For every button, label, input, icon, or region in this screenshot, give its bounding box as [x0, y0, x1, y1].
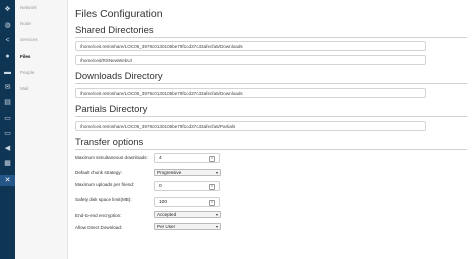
- users-icon[interactable]: ●: [0, 51, 15, 62]
- max-downloads-input[interactable]: 4 ⇕: [154, 153, 220, 163]
- divider: [75, 83, 467, 84]
- menu-item-files[interactable]: Files: [20, 54, 30, 59]
- transfer-options-heading: Transfer options: [75, 137, 144, 148]
- share-icon[interactable]: <: [0, 35, 15, 46]
- divider: [75, 149, 467, 150]
- icon-sidebar: ❖ ◍ < ● ▬ ✉ ▤ ▭ ▭ ◀ ▦ ⚙ ✕: [0, 0, 15, 259]
- menu-item-network[interactable]: Network: [20, 5, 37, 10]
- encryption-value: Accepted: [157, 212, 177, 217]
- chevron-down-icon: ▾: [215, 224, 218, 229]
- partials-directory-heading: Partials Directory: [75, 104, 148, 115]
- stepper-icon[interactable]: ⇕: [209, 200, 215, 206]
- stepper-icon[interactable]: ⇕: [209, 156, 215, 162]
- max-uploads-input[interactable]: 0 ⇕: [154, 181, 220, 191]
- disk-limit-value: 100: [159, 200, 168, 205]
- direct-download-select[interactable]: Per User ▾: [154, 223, 221, 230]
- direct-download-label: Allow Direct Download:: [75, 225, 123, 230]
- encryption-label: End-to-end encryption:: [75, 213, 122, 218]
- settings-menu: Network Node Services Files People Mail: [15, 0, 68, 259]
- app-logo-icon[interactable]: ❖: [0, 4, 15, 15]
- chevron-down-icon: ▾: [215, 170, 218, 175]
- monitor-icon[interactable]: ▭: [0, 128, 15, 139]
- disk-limit-input[interactable]: 100 ⇕: [154, 197, 220, 207]
- channels-icon[interactable]: ▭: [0, 113, 15, 124]
- encryption-select[interactable]: Accepted ▾: [154, 211, 221, 218]
- tasks-icon[interactable]: ▦: [0, 158, 15, 169]
- megaphone-icon[interactable]: ◀: [0, 143, 15, 154]
- menu-item-node[interactable]: Node: [20, 21, 31, 26]
- divider: [75, 37, 467, 38]
- forum-icon[interactable]: ▤: [0, 97, 15, 108]
- direct-download-value: Per User: [157, 224, 176, 229]
- menu-item-services[interactable]: Services: [20, 37, 38, 42]
- chevron-down-icon: ▾: [215, 212, 218, 217]
- shared-directories-heading: Shared Directories: [75, 25, 154, 36]
- max-downloads-label: Maximum simultaneous downloads:: [75, 155, 148, 160]
- max-uploads-value: 0: [159, 184, 162, 189]
- partials-directory-field[interactable]: /home/ceit.retroshare/LOC06_3979c0130106…: [75, 121, 426, 131]
- chunk-strategy-value: Progressive: [157, 170, 182, 175]
- chunk-strategy-label: Default chunk strategy:: [75, 170, 122, 175]
- page-title: Files Configuration: [75, 8, 163, 20]
- divider: [75, 116, 467, 117]
- disk-limit-label: Safety disk space limit(MB):: [75, 197, 132, 202]
- globe-icon[interactable]: ◍: [0, 20, 15, 31]
- shared-directory-item[interactable]: /home/ceit/RSNewWebUI: [75, 55, 426, 65]
- max-uploads-label: Maximum uploads per friend:: [75, 182, 135, 187]
- files-configuration-panel: Files Configuration Shared Directories /…: [67, 0, 474, 259]
- downloads-directory-field[interactable]: /home/ceit.retroshare/LOC06_3979c0130106…: [75, 88, 426, 98]
- stepper-icon[interactable]: ⇕: [209, 184, 215, 190]
- mail-icon[interactable]: ✉: [0, 82, 15, 93]
- network-config-icon[interactable]: ✕: [0, 175, 15, 186]
- shared-directory-item[interactable]: /home/ceit.retroshare/LOC06_3979c0130106…: [75, 41, 426, 51]
- menu-item-mail[interactable]: Mail: [20, 86, 28, 91]
- menu-item-people[interactable]: People: [20, 70, 34, 75]
- max-downloads-value: 4: [159, 156, 162, 161]
- chat-icon[interactable]: ▬: [0, 67, 15, 78]
- chunk-strategy-select[interactable]: Progressive ▾: [154, 169, 221, 176]
- downloads-directory-heading: Downloads Directory: [75, 71, 163, 82]
